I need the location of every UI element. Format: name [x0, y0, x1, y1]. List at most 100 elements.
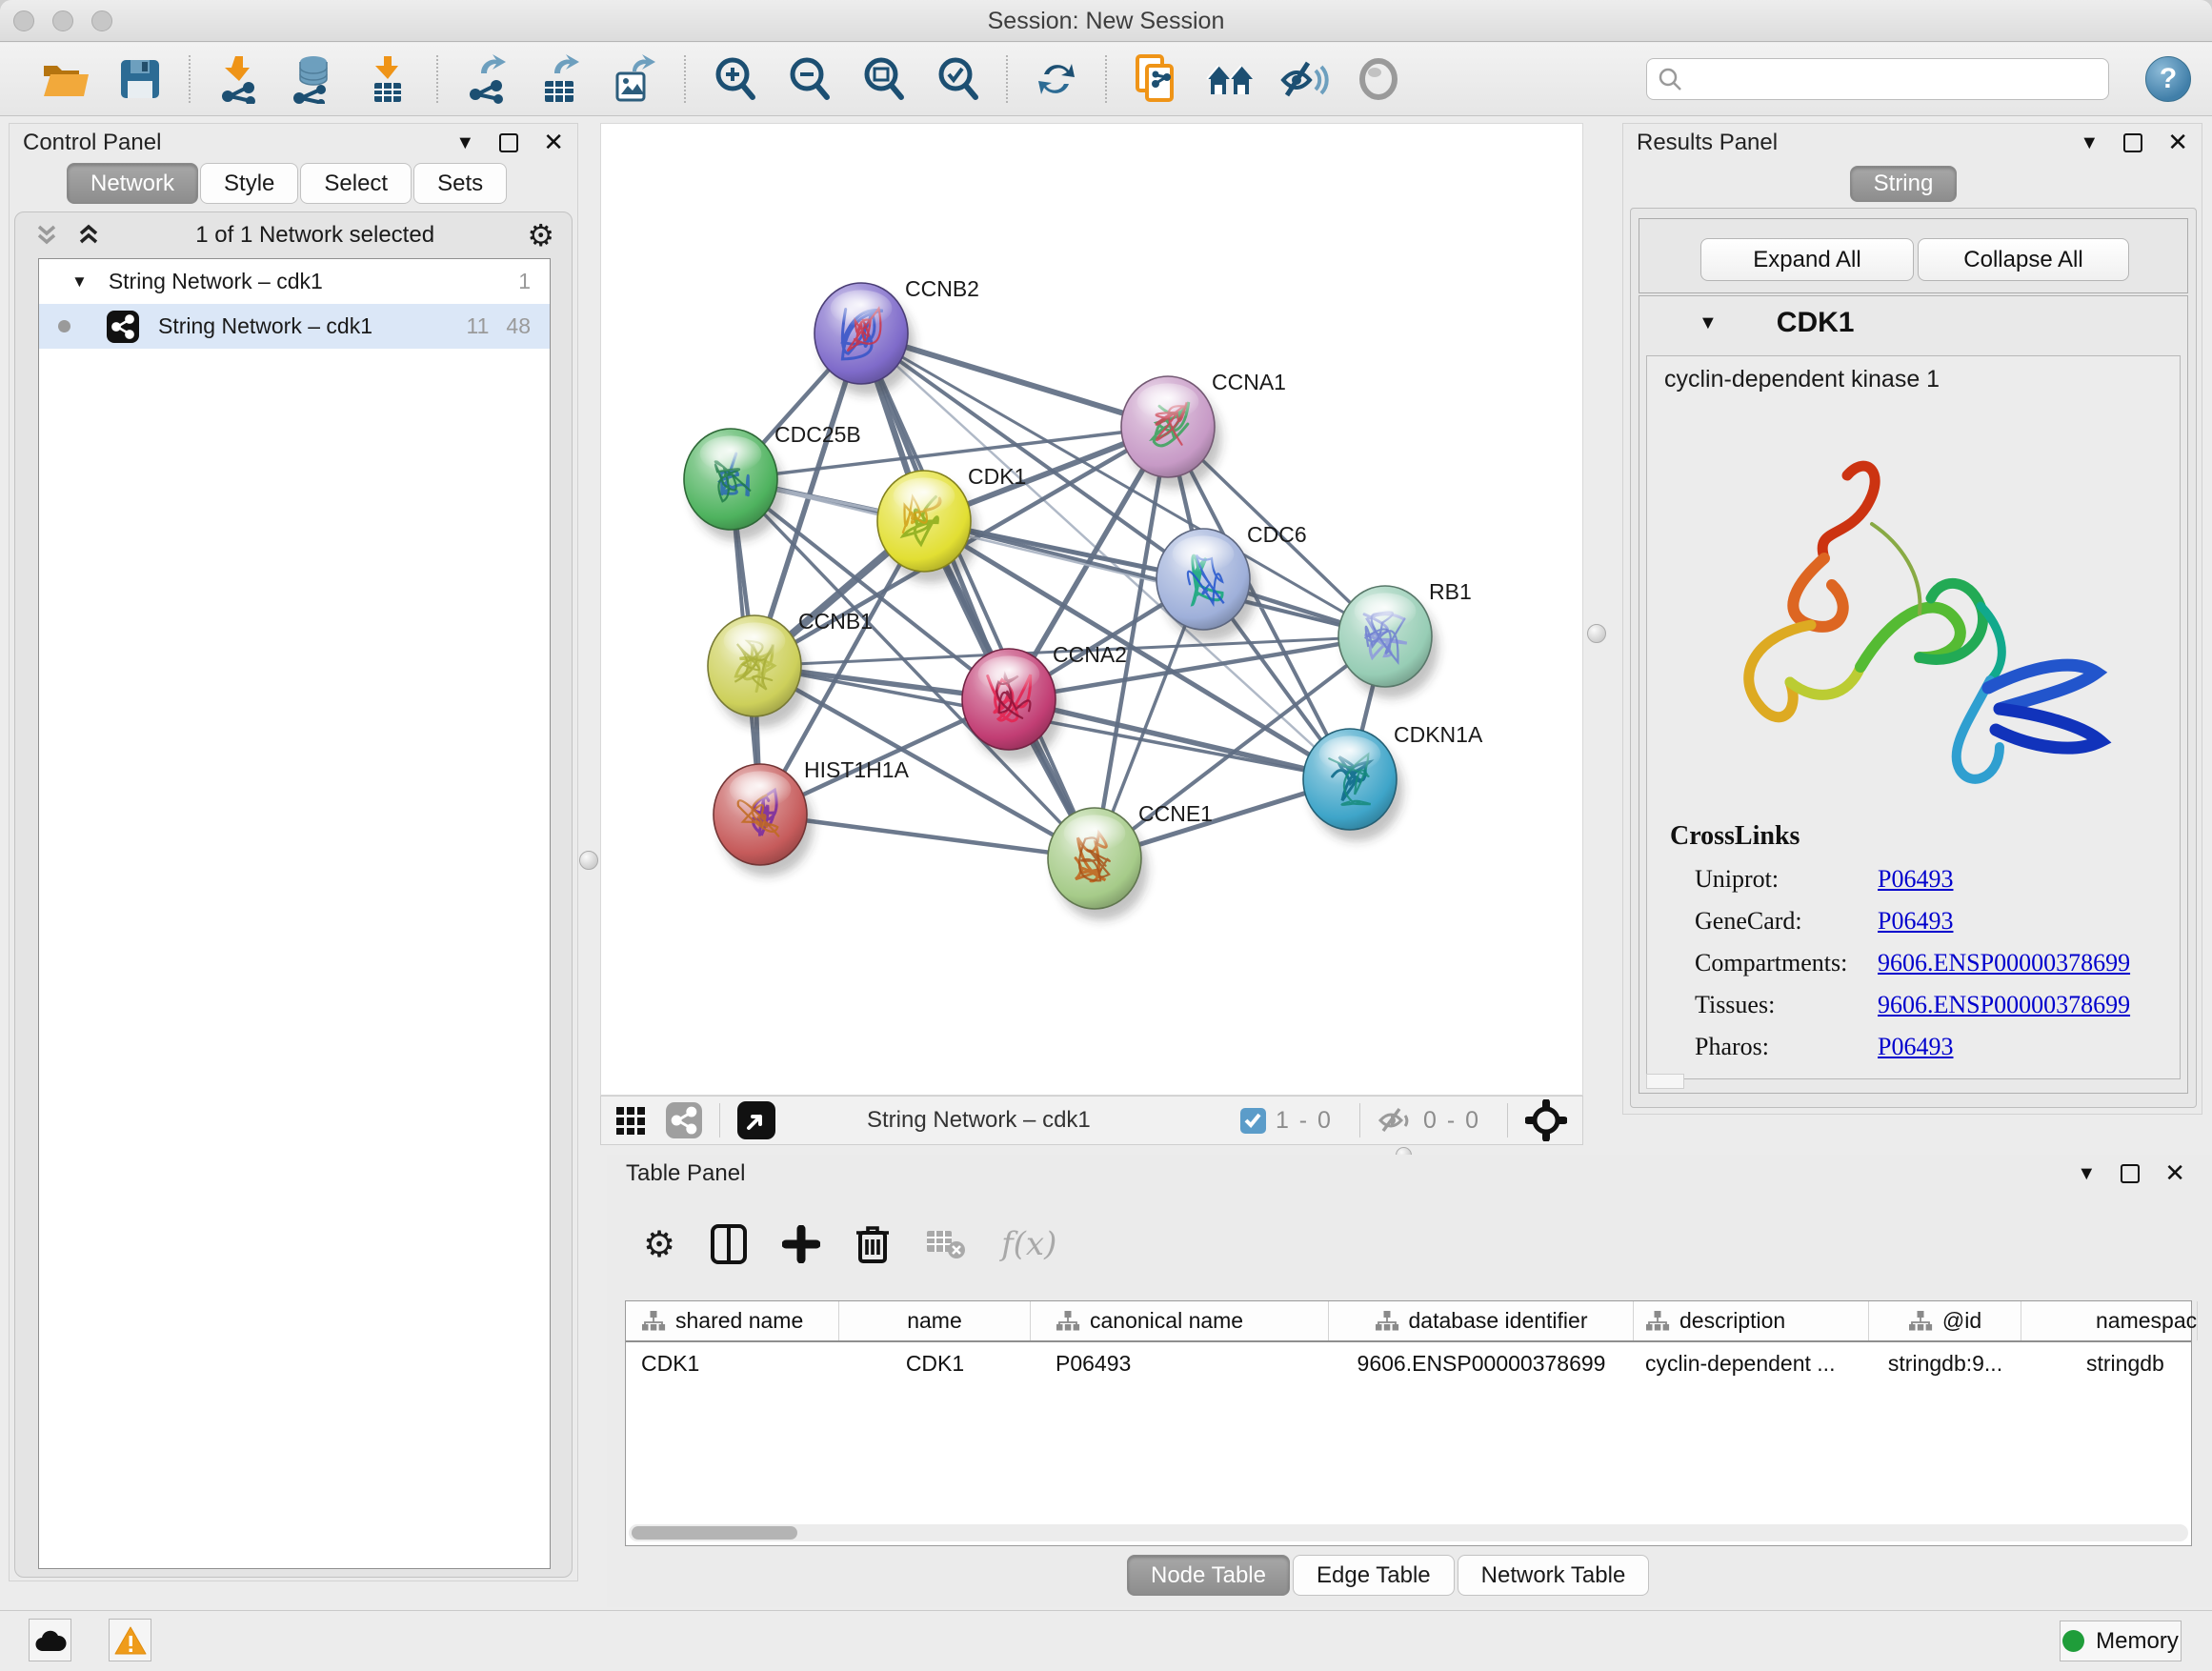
network-node-ccnb2[interactable] — [814, 283, 915, 395]
grid-mode-icon[interactable] — [616, 1106, 645, 1135]
crosslink-link[interactable]: 9606.ENSP00000378699 — [1878, 991, 2130, 1019]
node-result-title: CDK1 — [1777, 307, 1855, 339]
section-expand-icon[interactable]: ▼ — [1699, 312, 1718, 334]
panel-menu-icon[interactable]: ▼ — [2080, 132, 2099, 154]
column-header-canonical-name[interactable]: canonical name — [1031, 1301, 1329, 1340]
table-cell[interactable]: 9606.ENSP00000378699 — [1329, 1342, 1634, 1385]
panel-float-icon[interactable] — [2121, 1164, 2140, 1183]
home-button[interactable] — [1193, 50, 1267, 108]
network-node-cdc25b[interactable] — [684, 429, 784, 541]
export-table-button[interactable] — [524, 50, 598, 108]
network-node-rb1[interactable] — [1338, 586, 1438, 698]
zoom-fit-button[interactable] — [846, 50, 920, 108]
table-cell[interactable]: P06493 — [1031, 1342, 1329, 1385]
hidden-eye-icon[interactable] — [1377, 1106, 1414, 1135]
tab-select[interactable]: Select — [300, 163, 412, 204]
column-header-name[interactable]: name — [839, 1301, 1031, 1340]
tab-style[interactable]: Style — [200, 163, 298, 204]
panel-float-icon[interactable] — [2123, 133, 2142, 152]
panel-menu-icon[interactable]: ▼ — [455, 132, 474, 154]
table-hscrollbar[interactable] — [629, 1524, 2188, 1541]
birds-eye-toggle-icon[interactable] — [1525, 1099, 1567, 1141]
crosslink-link[interactable]: 9606.ENSP00000378699 — [1878, 949, 2130, 977]
open-in-window-icon[interactable] — [737, 1101, 775, 1139]
table-row[interactable]: CDK1CDK1P064939606.ENSP00000378699cyclin… — [626, 1342, 2191, 1385]
tab-network[interactable]: Network — [67, 163, 198, 204]
import-table-file-button[interactable] — [351, 50, 425, 108]
tab-string[interactable]: String — [1850, 166, 1957, 202]
delete-table-icon[interactable] — [925, 1227, 967, 1261]
tab-node-table[interactable]: Node Table — [1127, 1555, 1290, 1596]
network-edge[interactable] — [924, 521, 1385, 636]
show-columns-icon[interactable] — [710, 1223, 748, 1265]
table-cell[interactable]: stringdb — [2021, 1342, 2198, 1385]
network-view[interactable]: CCNB2CCNA1CDC25BCDK1CDC6RB1CCNB1CCNA2CDK… — [600, 123, 1583, 1096]
zoom-selected-button[interactable] — [920, 50, 995, 108]
column-header-namespace[interactable]: namespace — [2021, 1301, 2198, 1340]
open-session-button[interactable] — [29, 50, 103, 108]
delete-column-icon[interactable] — [855, 1223, 891, 1265]
collapse-all-icon[interactable] — [32, 221, 61, 250]
panel-float-icon[interactable] — [499, 133, 518, 152]
panel-close-icon[interactable]: ✕ — [2164, 1159, 2185, 1188]
table-cell[interactable]: stringdb:9... — [1869, 1342, 2021, 1385]
save-session-button[interactable] — [103, 50, 177, 108]
protein-structure-image — [1685, 433, 2142, 804]
network-node-cdkn1a[interactable] — [1303, 729, 1403, 841]
collection-expand-icon[interactable]: ▼ — [71, 272, 88, 292]
collapse-all-button[interactable]: Collapse All — [1918, 238, 2129, 281]
tab-edge-table[interactable]: Edge Table — [1293, 1555, 1455, 1596]
selected-checkbox-icon[interactable] — [1240, 1108, 1266, 1134]
warning-status-button[interactable] — [109, 1619, 151, 1661]
panel-close-icon[interactable]: ✕ — [2167, 129, 2188, 157]
network-node-ccna2[interactable] — [962, 649, 1062, 761]
function-builder-icon[interactable]: f(x) — [1001, 1225, 1056, 1263]
expand-all-button[interactable]: Expand All — [1700, 238, 1914, 281]
column-header-description[interactable]: description — [1634, 1301, 1869, 1340]
network-node-cdk1[interactable] — [877, 471, 977, 583]
network-node-cdc6[interactable] — [1156, 529, 1257, 641]
panel-close-icon[interactable]: ✕ — [543, 129, 564, 157]
network-canvas[interactable]: CCNB2CCNA1CDC25BCDK1CDC6RB1CCNB1CCNA2CDK… — [601, 124, 1582, 1095]
network-node-ccne1[interactable] — [1048, 808, 1148, 920]
network-options-gear-icon[interactable]: ⚙ — [527, 217, 554, 253]
right-splitter-handle[interactable] — [1587, 624, 1606, 643]
export-image-button[interactable] — [598, 50, 673, 108]
column-header-shared-name[interactable]: shared name — [626, 1301, 839, 1340]
network-node-hist1h1a[interactable] — [714, 764, 814, 876]
refresh-view-button[interactable] — [1019, 50, 1094, 108]
node-result-header[interactable]: ▼ CDK1 — [1639, 296, 2187, 350]
network-row[interactable]: String Network – cdk1 11 48 — [39, 304, 550, 349]
left-splitter-handle[interactable] — [579, 851, 598, 870]
zoom-in-button[interactable] — [697, 50, 772, 108]
crosslink-link[interactable]: P06493 — [1878, 907, 1953, 936]
crosslink-link[interactable]: P06493 — [1878, 865, 1953, 894]
network-node-ccna1[interactable] — [1121, 376, 1221, 489]
table-cell[interactable]: CDK1 — [839, 1342, 1031, 1385]
zoom-out-button[interactable] — [772, 50, 846, 108]
cloud-status-button[interactable] — [29, 1619, 71, 1661]
network-collection-row[interactable]: ▼ String Network – cdk1 1 — [39, 259, 550, 304]
clone-network-button[interactable] — [1118, 50, 1193, 108]
add-column-icon[interactable] — [782, 1225, 820, 1263]
tab-sets[interactable]: Sets — [413, 163, 507, 204]
string-view-icon[interactable] — [666, 1102, 702, 1138]
expand-all-icon[interactable] — [74, 221, 103, 250]
column-header--id[interactable]: @id — [1869, 1301, 2021, 1340]
panel-menu-icon[interactable]: ▼ — [2077, 1163, 2096, 1185]
tab-network-table[interactable]: Network Table — [1458, 1555, 1650, 1596]
import-network-database-button[interactable] — [276, 50, 351, 108]
table-cell[interactable]: cyclin-dependent ... — [1634, 1342, 1869, 1385]
table-hscrollbar-thumb[interactable] — [632, 1526, 797, 1540]
hide-selected-button[interactable] — [1267, 50, 1341, 108]
table-options-gear-icon[interactable]: ⚙ — [643, 1223, 675, 1265]
show-all-button[interactable] — [1341, 50, 1416, 108]
column-header-database-identifier[interactable]: database identifier — [1329, 1301, 1634, 1340]
table-cell[interactable]: CDK1 — [626, 1342, 839, 1385]
help-button[interactable]: ? — [2145, 56, 2191, 102]
memory-button[interactable]: Memory — [2060, 1621, 2182, 1661]
search-input[interactable] — [1683, 61, 2108, 97]
export-network-button[interactable] — [450, 50, 524, 108]
crosslink-link[interactable]: P06493 — [1878, 1033, 1953, 1061]
import-network-file-button[interactable] — [202, 50, 276, 108]
